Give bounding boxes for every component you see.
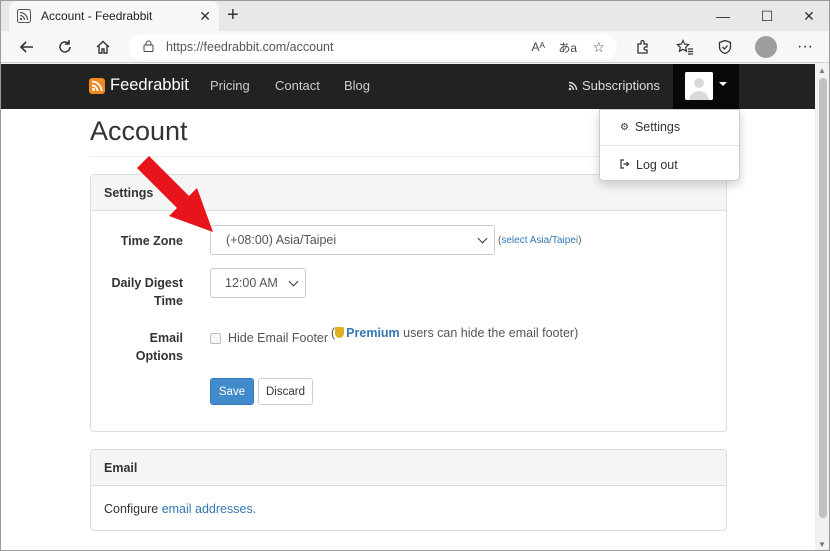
address-bar[interactable]: https://feedrabbit.com/account Aᴬ あa ☆ [129,34,617,60]
brand-name: Feedrabbit [110,76,189,94]
avatar [685,72,713,100]
discard-button[interactable]: Discard [258,378,313,405]
email-configure-text: Configure email addresses. [104,502,257,516]
refresh-icon[interactable] [53,35,77,59]
read-aloud-icon[interactable]: Aᴬ [532,40,545,54]
caret-down-icon [719,82,727,86]
menu-item-settings[interactable]: ⚙ Settings [620,120,680,134]
scrollbar[interactable]: ▲ ▼ [815,64,829,550]
menu-item-logout-label: Log out [636,158,678,172]
menu-item-settings-label: Settings [634,120,681,134]
premium-link[interactable]: Premium [346,326,400,340]
more-menu-icon[interactable]: ··· [793,35,817,59]
digest-time-label: Daily Digest Time [111,276,183,308]
page-viewport: Feedrabbit Pricing Contact Blog Subscrip… [1,64,815,550]
nav-contact[interactable]: Contact [275,78,320,93]
user-menu-button[interactable] [673,64,739,109]
menu-divider [600,145,739,146]
email-addresses-link[interactable]: email addresses. [162,502,257,516]
email-panel-heading: Email [91,450,726,486]
select-timezone-link[interactable]: select Asia/Taipei [501,235,578,246]
email-panel: Email Configure email addresses. [90,449,727,531]
hide-footer-label: Hide Email Footer [228,331,329,345]
scroll-down-icon[interactable]: ▼ [818,540,826,549]
rss-icon [568,81,578,91]
tab-title: Account - Feedrabbit [41,9,153,23]
browser-window: Account - Feedrabbit ✕ + — ☐ ✕ https://f… [0,0,830,551]
brand-link[interactable]: Feedrabbit [89,76,189,95]
chevron-down-icon [477,233,488,244]
timezone-hint: (select Asia/Taipei) [498,235,582,246]
user-dropdown-menu: ⚙ Settings Log out [599,109,740,181]
nav-pricing[interactable]: Pricing [210,78,250,93]
timezone-value: (+08:00) Asia/Taipei [226,233,337,247]
nav-blog[interactable]: Blog [344,78,370,93]
browser-essentials-icon[interactable] [713,35,737,59]
digest-time-select[interactable]: 12:00 AM [210,268,306,298]
nav-subscriptions[interactable]: Subscriptions [568,78,660,93]
menu-item-logout[interactable]: Log out [620,158,678,172]
rss-favicon-icon [17,9,31,23]
site-navbar: Feedrabbit Pricing Contact Blog Subscrip… [1,64,815,109]
lock-icon[interactable] [143,40,154,55]
premium-note: (Premium users can hide the email footer… [331,326,579,340]
gear-icon: ⚙ [620,121,629,133]
maximize-icon[interactable]: ☐ [745,1,789,31]
scrollbar-thumb[interactable] [819,78,827,518]
feedrabbit-logo-icon [89,77,105,94]
new-tab-button[interactable]: + [227,5,239,25]
browser-toolbar: https://feedrabbit.com/account Aᴬ あa ☆ ·… [1,31,829,63]
hide-footer-checkbox[interactable] [210,333,221,344]
home-icon[interactable] [91,35,115,59]
back-icon[interactable] [15,35,39,59]
timezone-select[interactable]: (+08:00) Asia/Taipei [210,225,495,255]
translate-icon[interactable]: あa [558,39,577,56]
save-button[interactable]: Save [210,378,254,405]
tab-strip: Account - Feedrabbit ✕ + — ☐ ✕ [1,1,829,31]
add-favorite-icon[interactable]: ☆ [592,39,605,56]
subscriptions-label: Subscriptions [582,78,661,93]
favorites-icon[interactable] [673,35,697,59]
premium-badge-icon [335,327,345,338]
scroll-up-icon[interactable]: ▲ [818,66,826,75]
page-title: Account [90,116,188,146]
minimize-icon[interactable]: — [701,1,745,31]
browser-tab[interactable]: Account - Feedrabbit ✕ [9,1,219,31]
chevron-down-icon [288,276,299,287]
logout-icon [620,158,630,172]
extensions-icon[interactable] [631,35,655,59]
email-options-label: Email Options [135,331,183,363]
tab-close-icon[interactable]: ✕ [199,8,211,25]
close-window-icon[interactable]: ✕ [787,1,829,31]
digest-time-value: 12:00 AM [225,276,278,290]
annotation-arrow-icon [137,156,213,232]
profile-icon[interactable] [755,36,777,58]
url-text: https://feedrabbit.com/account [166,40,334,54]
